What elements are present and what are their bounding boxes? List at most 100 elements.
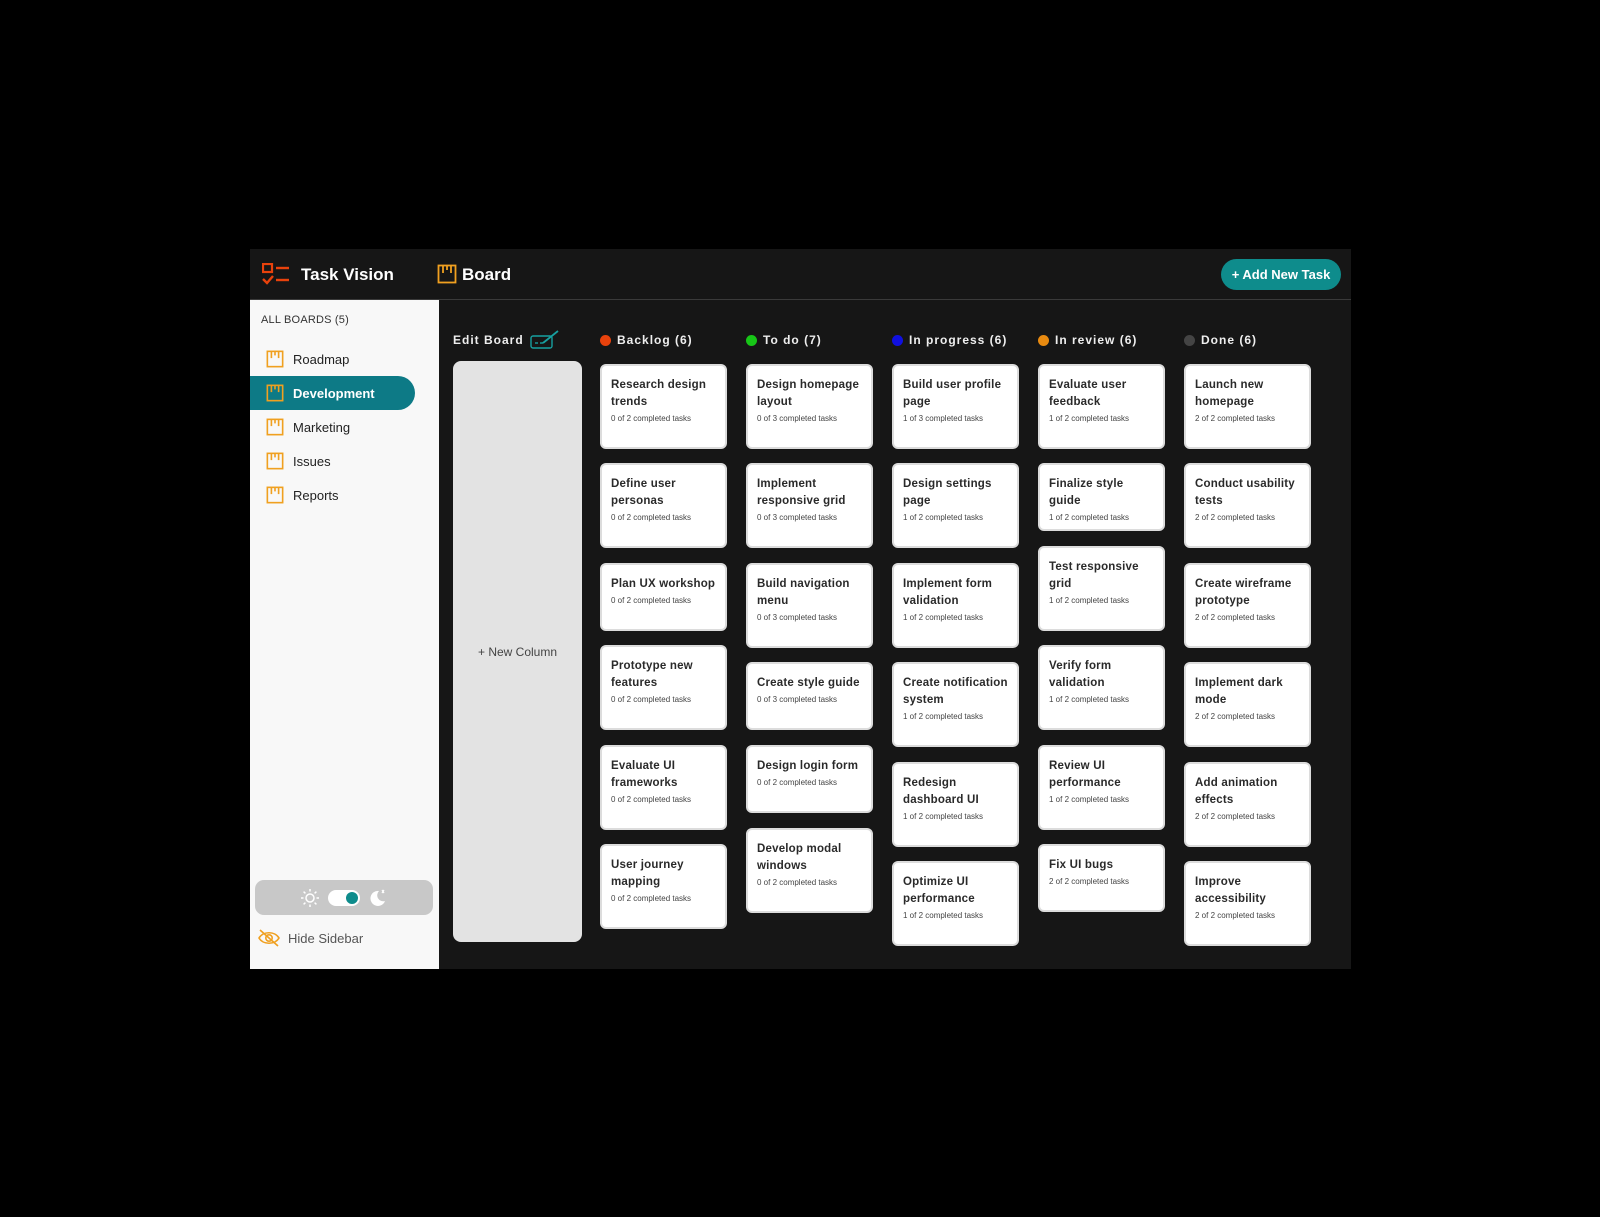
subtask-count: 0 of 3 completed tasks <box>757 695 838 704</box>
board-icon <box>266 452 284 470</box>
task-card[interactable]: Plan UX workshop 0 of 2 completed tasks <box>600 563 727 631</box>
new-column-button[interactable]: + New Column <box>453 361 582 942</box>
column-status-dot <box>1038 334 1049 346</box>
task-title: Optimize UI performance <box>903 876 975 905</box>
task-card[interactable]: Evaluate UI frameworks 0 of 2 completed t… <box>600 745 727 830</box>
add-new-task-button[interactable]: + Add New Task <box>1221 259 1341 290</box>
task-card[interactable]: Build navigation menu 0 of 3 completed ta… <box>746 563 873 648</box>
subtask-count: 1 of 2 completed tasks <box>1049 513 1130 522</box>
sun-icon <box>301 888 319 907</box>
sidebar-item-marketing[interactable]: Marketing <box>250 410 415 444</box>
sidebar-item-label: Marketing <box>293 419 351 435</box>
task-card[interactable]: Implement dark mode 2 of 2 completed task… <box>1184 662 1311 747</box>
task-card[interactable]: Redesign dashboard UI 1 of 2 completed ta… <box>892 762 1019 847</box>
sidebar-item-issues[interactable]: Issues <box>250 444 415 478</box>
task-card[interactable]: Develop modal windows 0 of 2 completed ta… <box>746 828 873 913</box>
sidebar: ALL BOARDS (5) Roadmap Development Marke… <box>250 300 439 969</box>
task-title: Launch new homepage <box>1195 379 1264 408</box>
task-title: Review UI performance <box>1049 760 1121 789</box>
task-title: Finalize style guide <box>1049 478 1124 507</box>
board-icon <box>266 350 284 368</box>
sidebar-item-roadmap[interactable]: Roadmap <box>250 342 415 376</box>
task-title: Plan UX workshop <box>611 578 716 590</box>
task-title: Design login form <box>757 760 859 772</box>
task-card[interactable]: Review UI performance 1 of 2 completed ta… <box>1038 745 1165 830</box>
task-card[interactable]: Launch new homepage 2 of 2 completed task… <box>1184 364 1311 449</box>
task-title: Create notification system <box>903 677 1008 706</box>
subtask-count: 1 of 3 completed tasks <box>903 414 984 423</box>
task-title: Evaluate user feedback <box>1049 379 1127 408</box>
task-card[interactable]: Define user personas 0 of 2 completed tas… <box>600 463 727 548</box>
task-title: Design settings page <box>903 478 992 507</box>
task-title: Conduct usability tests <box>1195 478 1295 507</box>
task-card[interactable]: Create notification system 1 of 2 complet… <box>892 662 1019 747</box>
task-card[interactable]: Create wireframe prototype 2 of 2 complet… <box>1184 563 1311 648</box>
task-card[interactable]: Test responsive grid 1 of 2 completed tas… <box>1038 546 1165 631</box>
task-card[interactable]: Finalize style guide 1 of 2 completed tas… <box>1038 463 1165 531</box>
subtask-count: 1 of 2 completed tasks <box>903 712 984 721</box>
task-card[interactable]: User journey mapping 0 of 2 completed tas… <box>600 844 727 929</box>
dark-mode-switch[interactable] <box>328 889 360 906</box>
task-card[interactable]: Create style guide 0 of 3 completed tasks <box>746 662 873 730</box>
column-status-dot <box>746 334 757 346</box>
task-title: Research design trends <box>611 379 707 408</box>
task-title: Build navigation menu <box>757 578 850 607</box>
header: Task Vision Board + Add New Task <box>250 249 1351 300</box>
theme-toggle-bar <box>255 880 433 915</box>
task-title: Verify form validation <box>1049 660 1112 689</box>
board-nav: Roadmap Development Marketing Issues Rep… <box>250 342 439 512</box>
edit-board-button[interactable]: Edit Board <box>453 330 560 350</box>
task-card[interactable]: Implement responsive grid 0 of 3 complete… <box>746 463 873 548</box>
task-card[interactable]: Fix UI bugs 2 of 2 completed tasks <box>1038 844 1165 912</box>
sidebar-item-label: Reports <box>293 487 339 503</box>
sidebar-item-reports[interactable]: Reports <box>250 478 415 512</box>
task-card[interactable]: Build user profile page 1 of 3 completed … <box>892 364 1019 449</box>
task-card[interactable]: Design settings page 1 of 2 completed tas… <box>892 463 1019 548</box>
subtask-count: 0 of 3 completed tasks <box>757 613 838 622</box>
task-title: Improve accessibility <box>1195 876 1267 905</box>
eye-slash-icon <box>258 929 280 947</box>
task-title: Define user personas <box>611 478 676 507</box>
task-title: Design homepage layout <box>757 379 860 408</box>
task-card[interactable]: Evaluate user feedback 1 of 2 completed t… <box>1038 364 1165 449</box>
task-card[interactable]: Verify form validation 1 of 2 completed t… <box>1038 645 1165 730</box>
hide-sidebar-label: Hide Sidebar <box>288 930 364 946</box>
task-card[interactable]: Conduct usability tests 2 of 2 completed … <box>1184 463 1311 548</box>
task-title: Create style guide <box>757 677 860 689</box>
subtask-count: 1 of 2 completed tasks <box>903 513 984 522</box>
subtask-count: 0 of 2 completed tasks <box>611 695 692 704</box>
app-window: Task Vision Board + Add New Task ALL BOA… <box>250 249 1351 969</box>
subtask-count: 2 of 2 completed tasks <box>1049 877 1130 886</box>
sidebar-item-label: Issues <box>293 453 331 469</box>
task-title: Build user profile page <box>903 379 1002 408</box>
task-card[interactable]: Research design trends 0 of 2 completed t… <box>600 364 727 449</box>
switch-knob <box>346 891 358 904</box>
task-card[interactable]: Prototype new features 0 of 2 completed t… <box>600 645 727 730</box>
task-card[interactable]: Design homepage layout 0 of 3 completed t… <box>746 364 873 449</box>
subtask-count: 0 of 2 completed tasks <box>611 894 692 903</box>
board-title: Board <box>462 265 512 284</box>
subtask-count: 0 of 2 completed tasks <box>611 596 692 605</box>
column-label: Done (6) <box>1201 333 1257 347</box>
sidebar-item-development[interactable]: Development <box>250 376 415 410</box>
edit-board-label: Edit Board <box>453 333 524 347</box>
task-title: Evaluate UI frameworks <box>611 760 678 789</box>
column-label: To do (7) <box>763 333 822 347</box>
task-card[interactable]: Add animation effects 2 of 2 completed ta… <box>1184 762 1311 847</box>
column-label: In review (6) <box>1055 333 1138 347</box>
task-card[interactable]: Implement form validation 1 of 2 complete… <box>892 563 1019 648</box>
subtask-count: 2 of 2 completed tasks <box>1195 613 1276 622</box>
subtask-count: 1 of 2 completed tasks <box>903 613 984 622</box>
sidebar-item-label: Roadmap <box>293 351 350 367</box>
task-card[interactable]: Optimize UI performance 1 of 2 completed … <box>892 861 1019 946</box>
task-card[interactable]: Design login form 0 of 2 completed tasks <box>746 745 873 813</box>
subtask-count: 2 of 2 completed tasks <box>1195 812 1276 821</box>
subtask-count: 1 of 2 completed tasks <box>903 812 984 821</box>
task-card[interactable]: Improve accessibility 2 of 2 completed ta… <box>1184 861 1311 946</box>
hide-sidebar-button[interactable]: Hide Sidebar <box>257 928 363 948</box>
task-title: Prototype new features <box>611 660 693 689</box>
task-title: Create wireframe prototype <box>1195 578 1292 607</box>
board-icon <box>266 486 284 504</box>
board-area: Edit Board + New Column Backlog (6) Resea… <box>439 300 1351 969</box>
edit-pen-icon <box>529 330 559 349</box>
